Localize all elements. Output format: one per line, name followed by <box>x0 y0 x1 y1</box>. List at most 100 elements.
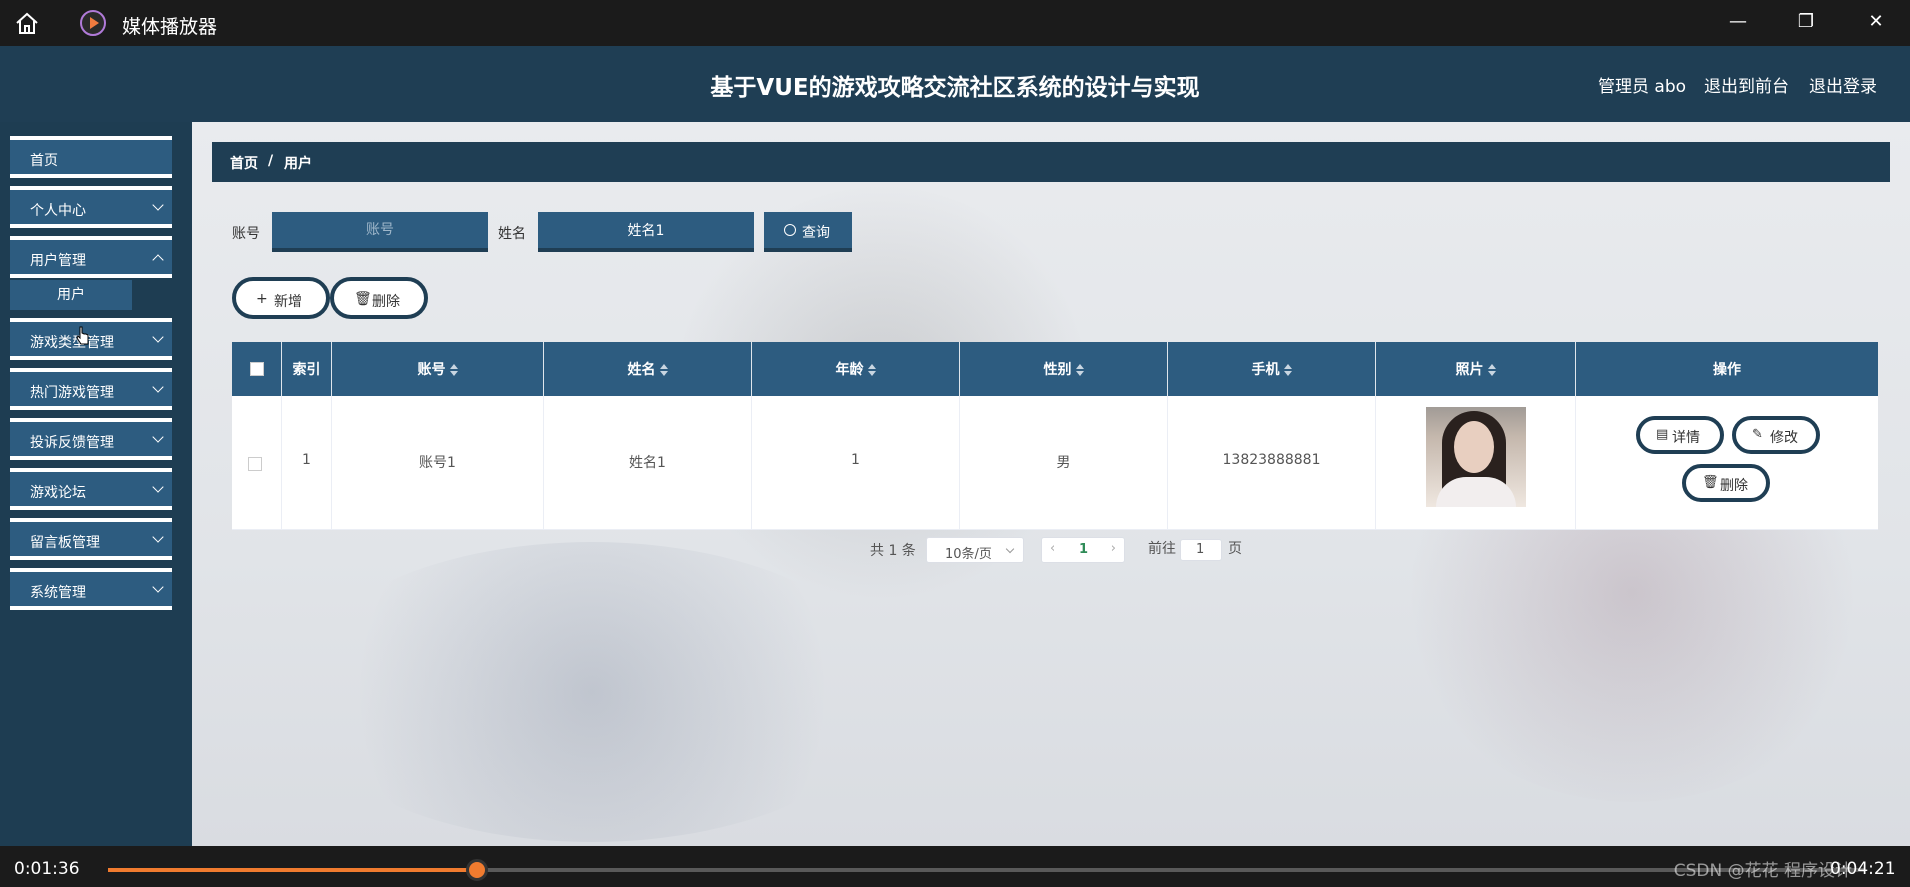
media-player-icon <box>80 10 106 36</box>
sort-icon[interactable] <box>1283 364 1292 376</box>
progress-track[interactable] <box>108 868 1864 872</box>
column-header-actions: 操作 <box>1713 362 1741 378</box>
detail-button-label: 详情 <box>1672 430 1700 446</box>
delete-button-label: 删除 <box>372 294 400 310</box>
table-row: 1 账号1 姓名1 1 男 13823888881 ▤ 详情 ✎ 修改 🗑 删除 <box>232 396 1878 530</box>
sidebar-item-label: 用户管理 <box>30 253 86 269</box>
select-all-column <box>232 342 282 396</box>
row-delete-button-label: 删除 <box>1720 478 1748 494</box>
close-icon[interactable]: ✕ <box>1866 12 1886 32</box>
bulk-delete-button[interactable]: 🗑 删除 <box>330 277 428 319</box>
pagination-total: 共 1 条 <box>870 543 916 559</box>
home-icon[interactable] <box>14 11 40 35</box>
cell-account: 账号1 <box>332 396 544 530</box>
name-label: 姓名 <box>498 226 526 242</box>
elapsed-time: 0:01:36 <box>14 859 80 879</box>
sidebar-item-user-management[interactable]: 用户管理 <box>10 236 172 278</box>
chevron-down-icon <box>152 531 164 543</box>
name-search-input[interactable] <box>538 212 754 252</box>
progress-fill <box>108 868 477 872</box>
sort-icon[interactable] <box>449 364 458 376</box>
breadcrumb-home[interactable]: 首页 <box>230 153 258 173</box>
column-header-index: 索引 <box>282 342 332 396</box>
sort-icon[interactable] <box>867 364 876 376</box>
add-button[interactable]: + 新增 <box>232 277 330 319</box>
chevron-down-icon <box>152 199 164 211</box>
logout-link[interactable]: 退出登录 <box>1809 72 1877 97</box>
row-delete-button[interactable]: 🗑 删除 <box>1682 464 1770 502</box>
page-navigator: ‹ 1 › <box>1041 537 1125 563</box>
sidebar-item-complaints-management[interactable]: 投诉反馈管理 <box>10 418 172 460</box>
sidebar-item-system-management[interactable]: 系统管理 <box>10 568 172 610</box>
next-page-icon[interactable]: › <box>1111 541 1116 556</box>
sidebar-item-hot-games-management[interactable]: 热门游戏管理 <box>10 368 172 410</box>
mouse-cursor-icon <box>76 326 89 345</box>
column-header-name[interactable]: 姓名 <box>544 342 752 396</box>
sidebar-item-game-type-management[interactable]: 游戏类型管理 <box>10 318 172 360</box>
query-button-label: 查询 <box>802 225 830 241</box>
current-page[interactable]: 1 <box>1079 542 1088 557</box>
prev-page-icon[interactable]: ‹ <box>1050 541 1055 556</box>
sidebar-item-message-board-management[interactable]: 留言板管理 <box>10 518 172 560</box>
sidebar-item-label: 系统管理 <box>30 585 86 601</box>
watermark-text: CSDN @花花 程序设计 <box>1673 861 1852 881</box>
page-unit: 页 <box>1228 541 1242 557</box>
account-label: 账号 <box>232 226 260 242</box>
progress-handle[interactable] <box>465 859 488 881</box>
sort-icon[interactable] <box>1075 364 1084 376</box>
cell-age: 1 <box>752 396 960 530</box>
column-header-age[interactable]: 年龄 <box>752 342 960 396</box>
sidebar-item-label: 留言板管理 <box>30 535 100 551</box>
sidebar-subitem-users[interactable]: 用户 <box>10 280 132 310</box>
minimize-icon[interactable]: — <box>1728 12 1748 32</box>
sidebar-item-label: 热门游戏管理 <box>30 385 114 401</box>
app-title: 媒体播放器 <box>122 16 218 38</box>
document-icon: ▤ <box>1656 427 1669 442</box>
column-header-photo[interactable]: 照片 <box>1376 342 1576 396</box>
sidebar-item-game-forum[interactable]: 游戏论坛 <box>10 468 172 510</box>
detail-button[interactable]: ▤ 详情 <box>1636 416 1724 454</box>
chevron-down-icon <box>152 381 164 393</box>
sort-icon[interactable] <box>659 364 668 376</box>
plus-icon: + <box>256 291 268 307</box>
column-header-gender[interactable]: 性别 <box>960 342 1168 396</box>
trash-icon: 🗑 <box>1702 475 1719 490</box>
goto-label: 前往 <box>1148 541 1176 557</box>
edit-icon: ✎ <box>1752 427 1763 442</box>
cell-gender: 男 <box>960 396 1168 530</box>
sort-icon[interactable] <box>1487 364 1496 376</box>
sidebar-item-personal-center[interactable]: 个人中心 <box>10 186 172 228</box>
goto-front-link[interactable]: 退出到前台 <box>1704 72 1789 97</box>
cell-actions: ▤ 详情 ✎ 修改 🗑 删除 <box>1576 396 1878 530</box>
row-select-cell <box>232 396 282 530</box>
account-search-input[interactable] <box>272 212 488 252</box>
restore-icon[interactable]: ❐ <box>1796 12 1816 32</box>
chevron-down-icon <box>152 331 164 343</box>
sidebar-item-label: 个人中心 <box>30 203 86 219</box>
window-titlebar: 媒体播放器 — ❐ ✕ <box>0 0 1910 46</box>
column-header-account[interactable]: 账号 <box>332 342 544 396</box>
page-size-select[interactable]: 10条/页 <box>926 537 1024 563</box>
page-size-value: 10条/页 <box>945 547 992 562</box>
chevron-down-icon <box>1005 544 1015 554</box>
cell-name: 姓名1 <box>544 396 752 530</box>
sidebar-item-home[interactable]: 首页 <box>10 136 172 178</box>
user-photo[interactable] <box>1426 407 1526 507</box>
cell-index: 1 <box>282 396 332 530</box>
users-table: 索引 账号 姓名 年龄 性别 手机 照片 操作 1 账号1 姓名1 1 男 13… <box>232 342 1878 530</box>
trash-icon: 🗑 <box>354 291 372 307</box>
row-checkbox[interactable] <box>248 457 262 471</box>
search-icon <box>784 224 796 236</box>
breadcrumb-current: 用户 <box>284 156 312 172</box>
breadcrumb: 首页 / 用户 <box>212 142 1890 182</box>
query-button[interactable]: 查询 <box>764 212 852 252</box>
background-decoration <box>292 542 892 842</box>
chevron-down-icon <box>152 431 164 443</box>
sidebar-item-label: 投诉反馈管理 <box>30 435 114 451</box>
select-all-checkbox[interactable] <box>250 362 264 376</box>
column-header-phone[interactable]: 手机 <box>1168 342 1376 396</box>
media-player-bar: 0:01:36 0:04:21 CSDN @花花 程序设计 <box>0 846 1910 887</box>
goto-page-input[interactable]: 1 <box>1180 539 1222 561</box>
edit-button[interactable]: ✎ 修改 <box>1732 416 1820 454</box>
sidebar-item-label: 游戏类型管理 <box>30 335 114 351</box>
